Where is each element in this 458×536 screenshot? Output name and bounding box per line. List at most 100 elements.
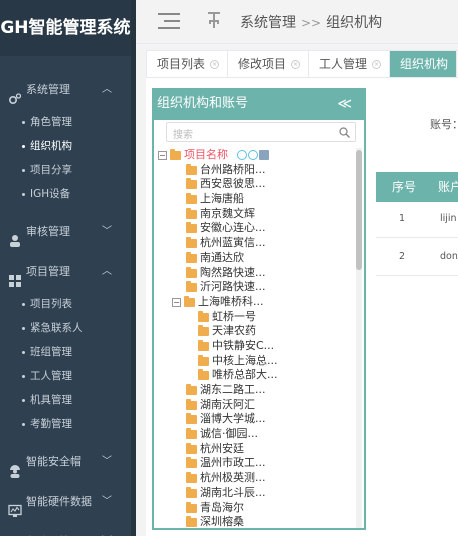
collapse-icon[interactable]: ≪ [337,90,352,118]
breadcrumb-separator: >> [301,16,322,30]
sidebar-group[interactable]: 项目管理 ︿ [0,252,136,292]
tree-collapse-icon[interactable]: − [172,297,181,307]
tree-node-label: 诚信·御园... [200,427,258,441]
sidebar-item-label: IGH设备 [30,188,71,200]
tab-label: 工人管理 [319,57,368,71]
tree-node[interactable]: 陶然路快速... [158,266,354,281]
tree-node-label: 深圳榕桑 [200,515,244,528]
tree-node-label: 虹桥一号 [212,309,256,323]
sidebar-item[interactable]: 机具管理 [0,388,136,412]
tree-node[interactable]: 台州路桥阳... [158,163,354,178]
sidebar-item[interactable]: 项目分享 [0,158,136,182]
row-number: 1 [399,213,406,224]
sidebar-item[interactable]: 紧急联系人 [0,316,136,340]
row-account: lijin [440,213,457,224]
sidebar-item[interactable]: 项目列表 [0,292,136,316]
tree-node[interactable]: 杭州蓝寅信... [158,236,354,251]
table-row[interactable]: 1 lijin [376,200,458,238]
gears-icon [8,83,22,105]
tree-node-label: 中核上海总... [212,353,278,367]
tree-node[interactable]: 诚信·御园... [158,427,354,442]
tree-root-node[interactable]: − 项目名称 [158,148,354,163]
tree-node[interactable]: 安徽心连心... [158,221,354,236]
tree-node[interactable]: 湖南北斗辰... [158,486,354,501]
tree-node-label: 西安恩彼思... [200,177,266,191]
folder-icon [184,295,195,307]
row-number: 2 [399,251,406,262]
folder-icon [186,472,197,484]
tree-node[interactable]: 中核上海总... [158,354,354,369]
tree-node[interactable]: 深圳榕桑 [158,515,354,528]
tree-node[interactable]: 杭州极英测... [158,471,354,486]
sidebar-item-label: 项目分享 [30,164,72,176]
tree-node[interactable]: 温州市政工... [158,456,354,471]
sidebar-group[interactable]: 审核管理 ﹀ [0,212,136,252]
sidebar-group[interactable]: 智能硬件数据 ﹀ [0,482,136,522]
tree-node[interactable]: 唯桥总部大... [158,368,354,383]
sidebar-item[interactable]: 组织机构 [0,134,136,158]
chevron-up-icon: ︿ [102,84,112,95]
sidebar-group[interactable]: 危险源管理﹀ [0,522,136,536]
tree-node[interactable]: 湖南沃阿汇 [158,398,354,413]
sidebar-group-label: 智能安全帽 [26,455,81,468]
folder-icon [186,178,197,190]
tree-node[interactable]: 南通达欣 [158,251,354,266]
folder-icon [186,516,197,528]
sidebar-item[interactable]: IGH设备 [0,182,136,206]
tree-node[interactable]: 虹桥一号 [158,310,354,325]
tree-node[interactable]: − 上海唯桥科... [158,295,354,310]
tree-node[interactable]: 沂河路快速... [158,280,354,295]
tree-node[interactable]: 天津农药 [158,324,354,339]
sidebar-item[interactable]: 角色管理 [0,110,136,134]
tab[interactable]: 项目列表 × [147,51,229,77]
chevron-down-icon: ﹀ [102,522,112,536]
search-icon[interactable] [339,127,350,138]
org-panel: 组织机构和账号 ≪ 搜索 − 项目名称 台州路桥阳... 西安恩彼思... 上海唐船 南京… [152,88,366,530]
tree-node-label: 天津农药 [212,324,256,338]
tab[interactable]: 工人管理 × [309,51,391,77]
tree-node-label: 湖东二路工... [200,383,266,396]
tree-node-label: 台州路桥阳... [200,162,266,176]
sidebar-item-label: 考勤管理 [30,418,72,430]
tab-close-icon[interactable]: × [210,60,220,69]
sidebar-item-label: 紧急联系人 [30,322,83,334]
sidebar-item-label: 机具管理 [30,394,72,406]
sidebar-item[interactable]: 工人管理 [0,364,136,388]
tab[interactable]: 组织机构 [390,51,458,77]
tab-close-icon[interactable]: × [291,60,301,69]
bullet-icon [22,398,25,402]
page-tabs: 项目列表 × 修改项目 × 工人管理 × 组织机构 [146,50,458,78]
tree-search-input[interactable]: 搜索 [166,122,356,142]
add-icon[interactable] [237,150,247,160]
delete-icon[interactable] [259,150,269,160]
tree-node[interactable]: 青岛海尔 [158,501,354,516]
tree-node[interactable]: 上海唐船 [158,192,354,207]
tab-label: 组织机构 [400,57,449,71]
sidebar-scrollbar[interactable] [131,0,136,536]
folder-icon [170,149,181,160]
tab[interactable]: 修改项目 × [228,51,310,77]
tree-node[interactable]: 湖东二路工... [158,383,354,398]
breadcrumb-root[interactable]: 系统管理 [240,15,296,31]
tree-node[interactable]: 淄博大学城... [158,412,354,427]
tree-scrollbar[interactable] [356,148,362,528]
table-row[interactable]: 2 dong [376,238,458,276]
tree-node[interactable]: 西安恩彼思... [158,177,354,192]
tab-close-icon[interactable]: × [372,60,382,69]
tree-collapse-icon[interactable]: − [158,151,167,160]
tree-node[interactable]: 杭州安廷 [158,442,354,457]
folder-icon [198,354,209,366]
folder-icon [186,207,197,219]
sidebar-group[interactable]: 系统管理 ︿ [0,70,136,110]
menu-toggle-icon[interactable] [158,13,180,29]
edit-icon[interactable] [248,150,258,160]
folder-icon [186,163,197,175]
tree-node[interactable]: 南京魏文辉 [158,207,354,222]
sidebar-item[interactable]: 班组管理 [0,340,136,364]
tree-node[interactable]: 中铁静安C... [158,339,354,354]
sidebar-group[interactable]: 智能安全帽 ﹀ [0,442,136,482]
tree-scrollbar-thumb[interactable] [356,150,362,270]
sidebar-item[interactable]: 考勤管理 [0,412,136,436]
breadcrumb-current: 组织机构 [326,15,383,31]
sidebar-item-label: 角色管理 [30,116,72,128]
